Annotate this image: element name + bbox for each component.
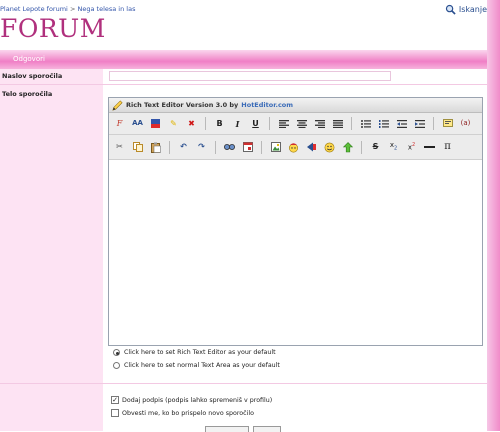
search-link[interactable]: Iskanje	[445, 4, 487, 15]
emoticon-icon[interactable]	[287, 141, 300, 154]
upload-icon[interactable]	[341, 141, 354, 154]
plain-default-radio[interactable]	[113, 362, 120, 369]
nav-bar: Odgovori	[0, 50, 487, 69]
toolbar-separator	[169, 140, 170, 154]
breadcrumb-separator: >	[69, 5, 76, 13]
bullet-list-icon[interactable]	[359, 117, 372, 130]
row-divider	[0, 84, 487, 85]
smiley-icon[interactable]	[323, 141, 336, 154]
special-char-icon[interactable]: π	[441, 141, 454, 154]
breadcrumb-section-link[interactable]: Nega telesa in las	[77, 5, 135, 13]
preview-button[interactable]	[253, 426, 281, 432]
plain-default-option[interactable]: Click here to set normal Text Area as yo…	[113, 362, 280, 369]
signature-option[interactable]: ✓ Dodaj podpis (podpis lahko spremeniš v…	[111, 396, 272, 404]
align-center-icon[interactable]	[295, 117, 308, 130]
breadcrumb: Planet Lepote forumi > Nega telesa in la…	[0, 5, 135, 13]
search-icon	[445, 4, 456, 15]
forum-logo[interactable]: FORUM	[0, 14, 106, 43]
notify-label: Obvesti me, ko bo prispelo novo sporočil…	[122, 409, 254, 417]
search-label: Iskanje	[458, 5, 487, 14]
highlight-icon[interactable]: ✎	[167, 117, 180, 130]
label-column	[0, 69, 103, 431]
italic-icon[interactable]: I	[231, 117, 244, 130]
undo-icon[interactable]: ↶	[177, 141, 190, 154]
image-icon[interactable]	[269, 141, 282, 154]
toolbar-separator	[433, 117, 434, 130]
justify-icon[interactable]	[331, 117, 344, 130]
signature-checkbox[interactable]: ✓	[111, 396, 119, 404]
editor-brand-link[interactable]: HotEditor.com	[241, 101, 293, 109]
toolbar-separator	[205, 117, 206, 130]
indent-icon[interactable]	[413, 117, 426, 130]
outdent-icon[interactable]	[395, 117, 408, 130]
align-left-icon[interactable]	[277, 117, 290, 130]
font-size-icon[interactable]: AA	[131, 117, 144, 130]
editor-content-area[interactable]	[109, 161, 482, 345]
notify-checkbox[interactable]	[111, 409, 119, 417]
toolbar-separator	[351, 117, 352, 130]
rich-default-radio[interactable]	[113, 349, 120, 356]
subject-label: Naslov sporočila	[2, 72, 63, 80]
subject-input[interactable]	[109, 71, 391, 81]
font-face-icon[interactable]: F	[113, 117, 126, 130]
calendar-icon[interactable]	[241, 141, 254, 154]
subscript-icon[interactable]: x2	[387, 141, 400, 154]
plain-default-label: Click here to set normal Text Area as yo…	[124, 362, 280, 369]
toolbar-separator	[361, 140, 362, 154]
notify-option[interactable]: Obvesti me, ko bo prispelo novo sporočil…	[111, 409, 254, 417]
breadcrumb-site-link[interactable]: Planet Lepote forumi	[0, 5, 68, 13]
rich-default-option[interactable]: Click here to set Rich Text Editor as yo…	[113, 349, 276, 356]
align-right-icon[interactable]	[313, 117, 326, 130]
rich-default-label: Click here to set Rich Text Editor as yo…	[124, 349, 276, 356]
find-icon[interactable]	[223, 141, 236, 154]
font-color-icon[interactable]	[149, 117, 162, 130]
cut-icon[interactable]: ✂	[113, 141, 126, 154]
editor-title: Rich Text Editor Version 3.0 by	[126, 101, 239, 109]
underline-icon[interactable]: U	[249, 117, 262, 130]
remove-format-icon[interactable]: ✖	[185, 117, 198, 130]
reply-link[interactable]: Odgovori	[13, 55, 45, 63]
toolbar-separator	[261, 140, 262, 154]
body-label: Telo sporočila	[2, 90, 53, 98]
toolbar-separator	[215, 140, 216, 154]
editor-logo-icon	[112, 100, 123, 111]
submit-button[interactable]	[205, 426, 249, 432]
editor-toolbar-row-2: ✂ ↶ ↷ S x2 x2 π	[109, 135, 482, 160]
copyright-icon[interactable]: (a)	[459, 117, 472, 130]
row-divider	[0, 383, 487, 384]
strikethrough-icon[interactable]: S	[369, 141, 382, 154]
numbered-list-icon[interactable]	[377, 117, 390, 130]
comment-icon[interactable]	[441, 117, 454, 130]
toolbar-separator	[269, 117, 270, 130]
link-icon[interactable]	[305, 141, 318, 154]
rich-text-editor: Rich Text Editor Version 3.0 by HotEdito…	[108, 97, 483, 346]
horizontal-rule-icon[interactable]	[423, 141, 436, 154]
signature-label: Dodaj podpis (podpis lahko spremeniš v p…	[122, 396, 273, 404]
editor-toolbar-row-1: F AA ✎ ✖ B I U (a)	[109, 113, 482, 135]
bold-icon[interactable]: B	[213, 117, 226, 130]
paste-icon[interactable]	[149, 141, 162, 154]
redo-icon[interactable]: ↷	[195, 141, 208, 154]
copy-icon[interactable]	[131, 141, 144, 154]
right-decorative-stripe	[487, 0, 500, 431]
superscript-icon[interactable]: x2	[405, 141, 418, 154]
editor-title-bar: Rich Text Editor Version 3.0 by HotEdito…	[109, 98, 482, 113]
